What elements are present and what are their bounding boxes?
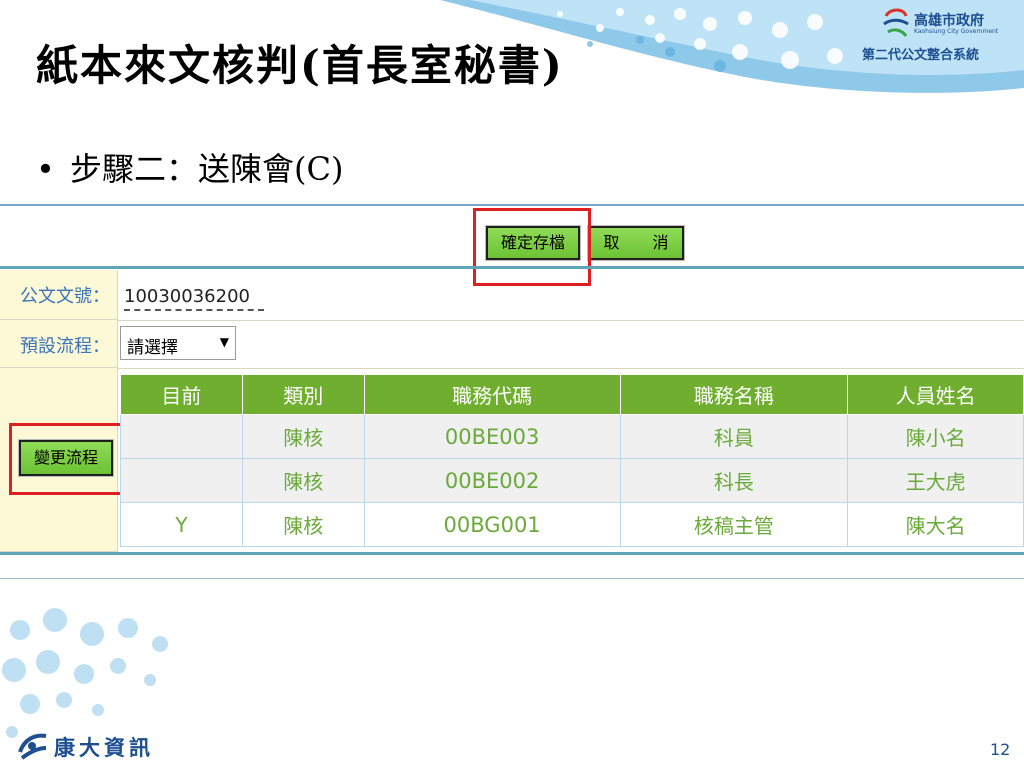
kaohsiung-government-logo: 高雄市政府 Kaohsiung City Government 第二代公文整合系… — [858, 4, 1018, 63]
default-flow-label: 預設流程： — [20, 336, 110, 357]
cell-current — [120, 414, 243, 459]
page-number: 12 — [990, 740, 1011, 759]
doc-no-label: 公文文號： — [20, 286, 110, 307]
divider — [0, 552, 1024, 555]
cell-position-name: 科長 — [619, 458, 849, 503]
row-divider — [118, 368, 1024, 369]
cell-current — [120, 458, 243, 503]
company-name: 康大資訊 — [54, 736, 154, 760]
step-text: 步驟二：送陳會(C) — [70, 150, 344, 188]
bullet-dot-icon: • — [36, 150, 55, 188]
cell-current: Y — [120, 502, 243, 547]
cell-type: 陳核 — [241, 502, 365, 547]
cell-position-code: 00BE002 — [363, 458, 621, 503]
table-row[interactable]: 陳核 00BE002 科長 王大虎 — [120, 458, 1024, 503]
org-name: 高雄市政府 — [914, 13, 984, 29]
default-flow-select[interactable]: 請選擇 ▼ — [120, 326, 236, 360]
cell-position-code: 00BG001 — [363, 502, 621, 547]
flow-table: 目前 類別 職務代碼 職務名稱 人員姓名 陳核 00BE003 科員 陳小名 陳… — [120, 374, 1024, 547]
divider — [0, 578, 1024, 579]
change-flow-button-highlight — [9, 423, 124, 495]
cell-position-name: 核稿主管 — [619, 502, 849, 547]
system-name: 第二代公文整合系統 — [862, 48, 980, 63]
col-header-person-name: 人員姓名 — [847, 374, 1024, 415]
table-header-row: 目前 類別 職務代碼 職務名稱 人員姓名 — [120, 374, 1024, 415]
save-button-highlight — [473, 208, 591, 286]
cell-person-name: 陳小名 — [847, 414, 1024, 459]
row-divider — [118, 320, 1024, 321]
company-logo-icon — [18, 733, 47, 760]
col-header-position-code: 職務代碼 — [363, 374, 621, 415]
cell-position-code: 00BE003 — [363, 414, 621, 459]
divider — [0, 266, 1024, 269]
cell-position-name: 科員 — [619, 414, 849, 459]
col-header-current: 目前 — [120, 374, 243, 415]
table-row[interactable]: 陳核 00BE003 科員 陳小名 — [120, 414, 1024, 459]
flow-form-screenshot: 確定存檔 取 消 公文文號： 預設流程： 10030036200 請選擇 ▼ 變… — [0, 204, 1024, 580]
doc-no-label-cell: 公文文號： — [0, 270, 118, 320]
kaohsiung-logo-icon — [883, 8, 909, 37]
cell-type: 陳核 — [241, 414, 365, 459]
org-name-en: Kaohsiung City Government — [914, 28, 999, 35]
step-bullet: • 步驟二：送陳會(C) — [36, 144, 343, 190]
doc-no-value: 10030036200 — [124, 286, 264, 311]
cell-type: 陳核 — [241, 458, 365, 503]
cancel-button[interactable]: 取 消 — [587, 225, 685, 261]
col-header-position-name: 職務名稱 — [619, 374, 849, 415]
slide-title: 紙本來文核判(首長室秘書) — [36, 41, 564, 90]
cell-person-name: 王大虎 — [847, 458, 1024, 503]
caret-down-icon: ▼ — [219, 335, 229, 349]
default-flow-label-cell: 預設流程： — [0, 320, 118, 368]
cell-person-name: 陳大名 — [847, 502, 1024, 547]
col-header-type: 類別 — [241, 374, 365, 415]
table-row[interactable]: Y 陳核 00BG001 核稿主管 陳大名 — [120, 502, 1024, 547]
divider — [0, 204, 1024, 206]
default-flow-selected: 請選擇 — [127, 338, 178, 358]
